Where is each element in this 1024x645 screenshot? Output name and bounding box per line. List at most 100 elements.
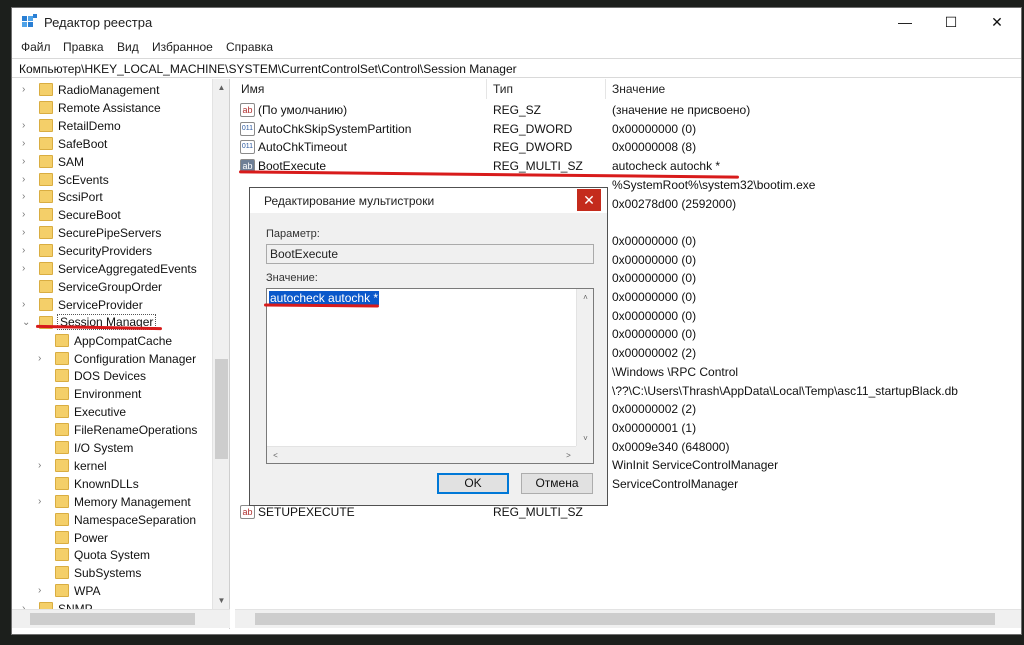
tree-item[interactable]: › RetailDemo	[12, 117, 212, 135]
tree-item[interactable]: › SAM	[12, 153, 212, 171]
tree-item-label: Environment	[74, 387, 142, 402]
close-button[interactable]: ✕	[974, 8, 1020, 37]
chevron-right-icon[interactable]: ›	[22, 84, 32, 96]
ta-scroll-down-arrow-icon[interactable]: ˅	[577, 430, 594, 447]
list-horizontal-scrollbar[interactable]	[235, 609, 1021, 628]
tree-item[interactable]: › kernel	[12, 457, 212, 475]
tree-item[interactable]: › SafeBoot	[12, 135, 212, 153]
chevron-right-icon[interactable]: ›	[22, 299, 32, 311]
tree-item-label: SAM	[58, 154, 85, 169]
textarea-scroll-corner	[576, 446, 593, 463]
list-hscroll-thumb[interactable]	[255, 613, 995, 625]
tree-item[interactable]: › ServiceProvider	[12, 296, 212, 314]
chevron-right-icon[interactable]: ›	[22, 263, 32, 275]
menu-file[interactable]: Файл	[21, 40, 51, 54]
menu-edit[interactable]: Правка	[63, 40, 104, 54]
tree-item[interactable]: I/O System	[12, 439, 212, 457]
tree-hscroll-thumb[interactable]	[30, 613, 195, 625]
tree-item[interactable]: › WPA	[12, 582, 212, 600]
menu-favorites[interactable]: Избранное	[152, 40, 213, 54]
tree-horizontal-scrollbar[interactable]	[12, 609, 230, 628]
tree-item[interactable]: › Configuration Manager	[12, 350, 212, 368]
column-header-value[interactable]: Значение	[606, 79, 1021, 99]
tree-item-label: ServiceProvider	[58, 297, 143, 312]
scroll-up-arrow-icon[interactable]: ▲	[213, 79, 230, 96]
tree-item-label: ScsiPort	[58, 190, 103, 205]
tree-item[interactable]: › RadioManagement	[12, 81, 212, 99]
chevron-right-icon[interactable]: ›	[22, 245, 32, 257]
tree-item[interactable]: DOS Devices	[12, 367, 212, 385]
menu-help[interactable]: Справка	[226, 40, 273, 54]
tree-item[interactable]: › ServiceAggregatedEvents	[12, 260, 212, 278]
tree-item[interactable]: › SecurityProviders	[12, 242, 212, 260]
tree-item[interactable]: Power	[12, 529, 212, 547]
textarea-vertical-scrollbar[interactable]: ˄ ˅	[576, 289, 593, 447]
value-row[interactable]: 011 AutoChkSkipSystemPartition REG_DWORD 0x…	[235, 120, 1021, 139]
ok-button[interactable]: OK	[437, 473, 509, 494]
column-header-name[interactable]: Имя	[235, 79, 487, 99]
chevron-right-icon[interactable]: ›	[22, 120, 32, 132]
chevron-right-icon	[38, 514, 48, 526]
tree-item[interactable]: › SecurePipeServers	[12, 224, 212, 242]
scroll-down-arrow-icon[interactable]: ▼	[213, 592, 230, 609]
minimize-button[interactable]: —	[882, 8, 928, 37]
tree-item[interactable]: Quota System	[12, 546, 212, 564]
tree-item[interactable]: › ScEvents	[12, 171, 212, 189]
chevron-right-icon[interactable]: ›	[38, 585, 48, 597]
tree-item[interactable]: AppCompatCache	[12, 332, 212, 350]
maximize-button[interactable]: ☐	[928, 8, 974, 37]
title-bar[interactable]: Редактор реестра — ☐ ✕	[12, 8, 1021, 37]
value-value: 0x00000008 (8)	[612, 140, 697, 155]
value-data-textarea[interactable]: autocheck autochk * ˄ ˅ ˂ ˃	[266, 288, 594, 464]
dialog-close-button[interactable]: ✕	[577, 189, 601, 211]
tree-item-label: SecurityProviders	[58, 244, 153, 259]
tree-vertical-scrollbar[interactable]: ▲ ▼	[212, 79, 229, 609]
tree-item-label: RadioManagement	[58, 83, 160, 97]
chevron-right-icon[interactable]: ›	[22, 209, 32, 221]
tree-item[interactable]: Remote Assistance	[12, 99, 212, 117]
tree-item[interactable]: FileRenameOperations	[12, 421, 212, 439]
chevron-right-icon[interactable]: ›	[38, 353, 48, 365]
cancel-button[interactable]: Отмена	[521, 473, 593, 494]
chevron-right-icon[interactable]: ›	[38, 460, 48, 472]
folder-icon	[55, 458, 69, 472]
tree-item[interactable]: NamespaceSeparation	[12, 511, 212, 529]
tree-item[interactable]: › ScsiPort	[12, 188, 212, 206]
chevron-right-icon[interactable]: ›	[22, 156, 32, 168]
tree-item[interactable]: SubSystems	[12, 564, 212, 582]
tree-item-label: Remote Assistance	[58, 100, 161, 115]
tree-item[interactable]: › SecureBoot	[12, 206, 212, 224]
ta-scroll-up-arrow-icon[interactable]: ˄	[577, 289, 594, 306]
regedit-icon	[22, 14, 37, 27]
value-row[interactable]: ab (По умолчанию) REG_SZ (значение не присв…	[235, 101, 1021, 120]
folder-icon	[39, 118, 53, 132]
address-bar[interactable]: Компьютер\HKEY_LOCAL_MACHINE\SYSTEM\Curr…	[12, 58, 1021, 78]
tree-item-label: NamespaceSeparation	[74, 512, 197, 527]
chevron-right-icon[interactable]: ›	[22, 174, 32, 186]
tree-item[interactable]: ServiceGroupOrder	[12, 278, 212, 296]
chevron-right-icon[interactable]: ›	[22, 191, 32, 203]
textarea-horizontal-scrollbar[interactable]: ˂ ˃	[267, 446, 577, 463]
tree-item[interactable]: › Memory Management	[12, 493, 212, 511]
ta-scroll-right-arrow-icon[interactable]: ˃	[560, 447, 577, 464]
value-value: 0x00000000 (0)	[612, 252, 697, 267]
tree-item-label: FileRenameOperations	[74, 423, 198, 438]
address-path[interactable]: Компьютер\HKEY_LOCAL_MACHINE\SYSTEM\Curr…	[19, 62, 517, 76]
value-row[interactable]: 011 AutoChkTimeout REG_DWORD 0x00000008 (8)	[235, 138, 1021, 157]
value-value: (значение не присвоено)	[612, 103, 751, 117]
column-header-type[interactable]: Тип	[487, 79, 606, 99]
tree-item[interactable]: KnownDLLs	[12, 475, 212, 493]
chevron-right-icon[interactable]: ›	[22, 138, 32, 150]
dialog-title-bar[interactable]: Редактирование мультистроки ✕	[250, 188, 607, 213]
menu-view[interactable]: Вид	[117, 40, 139, 54]
value-value: \Windows \RPC Control	[612, 364, 739, 379]
tree-scroll-thumb[interactable]	[215, 359, 228, 459]
chevron-down-icon[interactable]: ⌄	[22, 317, 32, 329]
tree-item[interactable]: Environment	[12, 385, 212, 403]
chevron-right-icon[interactable]: ›	[38, 496, 48, 508]
ta-scroll-left-arrow-icon[interactable]: ˂	[267, 447, 284, 464]
chevron-right-icon[interactable]: ›	[22, 227, 32, 239]
tree-item[interactable]: Executive	[12, 403, 212, 421]
binary-value-icon: 011	[240, 140, 255, 155]
tree-item-label: SecureBoot	[58, 208, 121, 223]
